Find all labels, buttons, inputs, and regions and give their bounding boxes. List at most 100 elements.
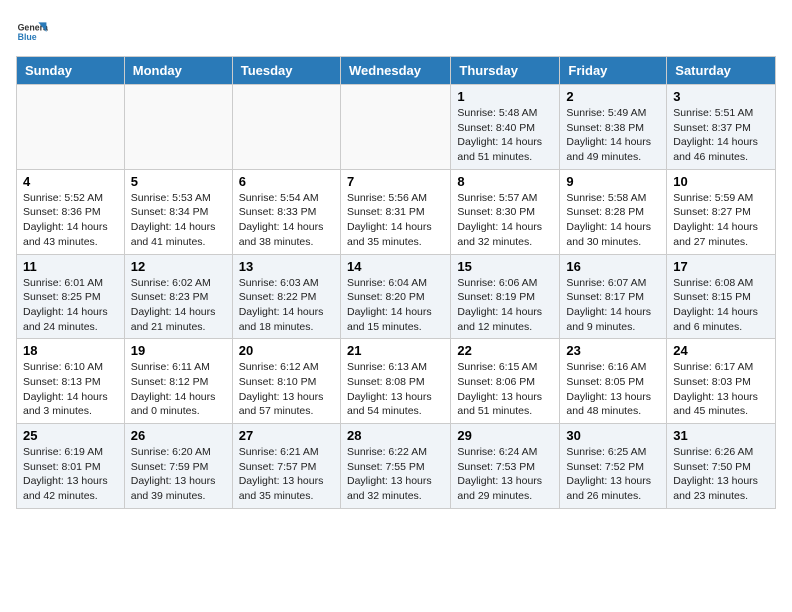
day-info: Sunrise: 5:51 AM Sunset: 8:37 PM Dayligh…	[673, 106, 769, 165]
day-info: Sunrise: 6:21 AM Sunset: 7:57 PM Dayligh…	[239, 445, 334, 504]
calendar-cell: 4Sunrise: 5:52 AM Sunset: 8:36 PM Daylig…	[17, 169, 125, 254]
day-number: 22	[457, 343, 553, 358]
day-info: Sunrise: 6:01 AM Sunset: 8:25 PM Dayligh…	[23, 276, 118, 335]
day-number: 5	[131, 174, 226, 189]
day-info: Sunrise: 6:12 AM Sunset: 8:10 PM Dayligh…	[239, 360, 334, 419]
calendar-cell: 29 Sunrise: 6:24 AM Sunset: 7:53 PM Dayli…	[451, 424, 560, 509]
day-number: 28	[347, 428, 444, 443]
col-header-saturday: Saturday	[667, 57, 776, 85]
day-info: Sunrise: 6:10 AM Sunset: 8:13 PM Dayligh…	[23, 360, 118, 419]
day-number: 23	[566, 343, 660, 358]
header: General Blue	[16, 16, 776, 48]
day-info: Sunrise: 6:24 AM Sunset: 7:53 PM Dayligh…	[457, 445, 553, 504]
calendar-cell: 14Sunrise: 6:04 AM Sunset: 8:20 PM Dayli…	[340, 254, 450, 339]
logo-icon: General Blue	[16, 16, 48, 48]
day-number: 27	[239, 428, 334, 443]
calendar-cell: 22 Sunrise: 6:15 AM Sunset: 8:06 PM Dayli…	[451, 339, 560, 424]
day-number: 16	[566, 259, 660, 274]
calendar-week-1: 1 Sunrise: 5:48 AM Sunset: 8:40 PM Daylig…	[17, 85, 776, 170]
day-info: Sunrise: 5:48 AM Sunset: 8:40 PM Dayligh…	[457, 106, 553, 165]
day-number: 26	[131, 428, 226, 443]
day-info: Sunrise: 5:54 AM Sunset: 8:33 PM Dayligh…	[239, 191, 334, 250]
calendar-cell: 12 Sunrise: 6:02 AM Sunset: 8:23 PM Dayli…	[124, 254, 232, 339]
day-info: Sunrise: 6:07 AM Sunset: 8:17 PM Dayligh…	[566, 276, 660, 335]
day-number: 11	[23, 259, 118, 274]
day-info: Sunrise: 6:02 AM Sunset: 8:23 PM Dayligh…	[131, 276, 226, 335]
day-number: 31	[673, 428, 769, 443]
calendar-week-3: 11 Sunrise: 6:01 AM Sunset: 8:25 PM Dayli…	[17, 254, 776, 339]
day-info: Sunrise: 6:17 AM Sunset: 8:03 PM Dayligh…	[673, 360, 769, 419]
calendar-cell: 25 Sunrise: 6:19 AM Sunset: 8:01 PM Dayli…	[17, 424, 125, 509]
day-info: Sunrise: 6:11 AM Sunset: 8:12 PM Dayligh…	[131, 360, 226, 419]
day-number: 13	[239, 259, 334, 274]
day-info: Sunrise: 6:25 AM Sunset: 7:52 PM Dayligh…	[566, 445, 660, 504]
day-info: Sunrise: 6:26 AM Sunset: 7:50 PM Dayligh…	[673, 445, 769, 504]
day-info: Sunrise: 5:56 AM Sunset: 8:31 PM Dayligh…	[347, 191, 444, 250]
col-header-friday: Friday	[560, 57, 667, 85]
day-number: 25	[23, 428, 118, 443]
calendar-week-2: 4Sunrise: 5:52 AM Sunset: 8:36 PM Daylig…	[17, 169, 776, 254]
day-info: Sunrise: 5:53 AM Sunset: 8:34 PM Dayligh…	[131, 191, 226, 250]
day-info: Sunrise: 6:22 AM Sunset: 7:55 PM Dayligh…	[347, 445, 444, 504]
calendar-header-row: SundayMondayTuesdayWednesdayThursdayFrid…	[17, 57, 776, 85]
day-number: 12	[131, 259, 226, 274]
day-number: 15	[457, 259, 553, 274]
col-header-monday: Monday	[124, 57, 232, 85]
day-number: 18	[23, 343, 118, 358]
day-info: Sunrise: 5:49 AM Sunset: 8:38 PM Dayligh…	[566, 106, 660, 165]
calendar-cell: 2 Sunrise: 5:49 AM Sunset: 8:38 PM Daylig…	[560, 85, 667, 170]
calendar-cell	[232, 85, 340, 170]
calendar-table: SundayMondayTuesdayWednesdayThursdayFrid…	[16, 56, 776, 509]
day-number: 19	[131, 343, 226, 358]
day-info: Sunrise: 6:06 AM Sunset: 8:19 PM Dayligh…	[457, 276, 553, 335]
day-number: 24	[673, 343, 769, 358]
day-info: Sunrise: 6:13 AM Sunset: 8:08 PM Dayligh…	[347, 360, 444, 419]
day-info: Sunrise: 6:20 AM Sunset: 7:59 PM Dayligh…	[131, 445, 226, 504]
day-number: 29	[457, 428, 553, 443]
calendar-cell: 21 Sunrise: 6:13 AM Sunset: 8:08 PM Dayli…	[340, 339, 450, 424]
calendar-cell: 30Sunrise: 6:25 AM Sunset: 7:52 PM Dayli…	[560, 424, 667, 509]
day-number: 10	[673, 174, 769, 189]
day-number: 21	[347, 343, 444, 358]
calendar-cell: 8 Sunrise: 5:57 AM Sunset: 8:30 PM Daylig…	[451, 169, 560, 254]
calendar-cell: 7 Sunrise: 5:56 AM Sunset: 8:31 PM Daylig…	[340, 169, 450, 254]
day-number: 17	[673, 259, 769, 274]
day-number: 1	[457, 89, 553, 104]
calendar-cell: 28 Sunrise: 6:22 AM Sunset: 7:55 PM Dayli…	[340, 424, 450, 509]
calendar-cell: 5 Sunrise: 5:53 AM Sunset: 8:34 PM Daylig…	[124, 169, 232, 254]
calendar-week-5: 25 Sunrise: 6:19 AM Sunset: 8:01 PM Dayli…	[17, 424, 776, 509]
calendar-cell: 11 Sunrise: 6:01 AM Sunset: 8:25 PM Dayli…	[17, 254, 125, 339]
day-number: 2	[566, 89, 660, 104]
day-number: 14	[347, 259, 444, 274]
calendar-cell: 23Sunrise: 6:16 AM Sunset: 8:05 PM Dayli…	[560, 339, 667, 424]
day-number: 3	[673, 89, 769, 104]
col-header-wednesday: Wednesday	[340, 57, 450, 85]
day-number: 4	[23, 174, 118, 189]
calendar-cell: 15 Sunrise: 6:06 AM Sunset: 8:19 PM Dayli…	[451, 254, 560, 339]
calendar-cell	[124, 85, 232, 170]
calendar-cell: 24 Sunrise: 6:17 AM Sunset: 8:03 PM Dayli…	[667, 339, 776, 424]
calendar-cell	[340, 85, 450, 170]
day-number: 6	[239, 174, 334, 189]
day-info: Sunrise: 6:19 AM Sunset: 8:01 PM Dayligh…	[23, 445, 118, 504]
day-info: Sunrise: 6:03 AM Sunset: 8:22 PM Dayligh…	[239, 276, 334, 335]
calendar-cell: 18 Sunrise: 6:10 AM Sunset: 8:13 PM Dayli…	[17, 339, 125, 424]
calendar-cell: 10 Sunrise: 5:59 AM Sunset: 8:27 PM Dayli…	[667, 169, 776, 254]
calendar-cell: 17 Sunrise: 6:08 AM Sunset: 8:15 PM Dayli…	[667, 254, 776, 339]
col-header-thursday: Thursday	[451, 57, 560, 85]
day-info: Sunrise: 5:57 AM Sunset: 8:30 PM Dayligh…	[457, 191, 553, 250]
day-info: Sunrise: 6:08 AM Sunset: 8:15 PM Dayligh…	[673, 276, 769, 335]
col-header-sunday: Sunday	[17, 57, 125, 85]
calendar-cell: 9Sunrise: 5:58 AM Sunset: 8:28 PM Daylig…	[560, 169, 667, 254]
day-number: 9	[566, 174, 660, 189]
day-info: Sunrise: 6:15 AM Sunset: 8:06 PM Dayligh…	[457, 360, 553, 419]
day-number: 8	[457, 174, 553, 189]
col-header-tuesday: Tuesday	[232, 57, 340, 85]
calendar-cell	[17, 85, 125, 170]
day-number: 20	[239, 343, 334, 358]
day-info: Sunrise: 5:59 AM Sunset: 8:27 PM Dayligh…	[673, 191, 769, 250]
day-number: 7	[347, 174, 444, 189]
svg-text:Blue: Blue	[18, 32, 37, 42]
calendar-cell: 16 Sunrise: 6:07 AM Sunset: 8:17 PM Dayli…	[560, 254, 667, 339]
calendar-cell: 26 Sunrise: 6:20 AM Sunset: 7:59 PM Dayli…	[124, 424, 232, 509]
